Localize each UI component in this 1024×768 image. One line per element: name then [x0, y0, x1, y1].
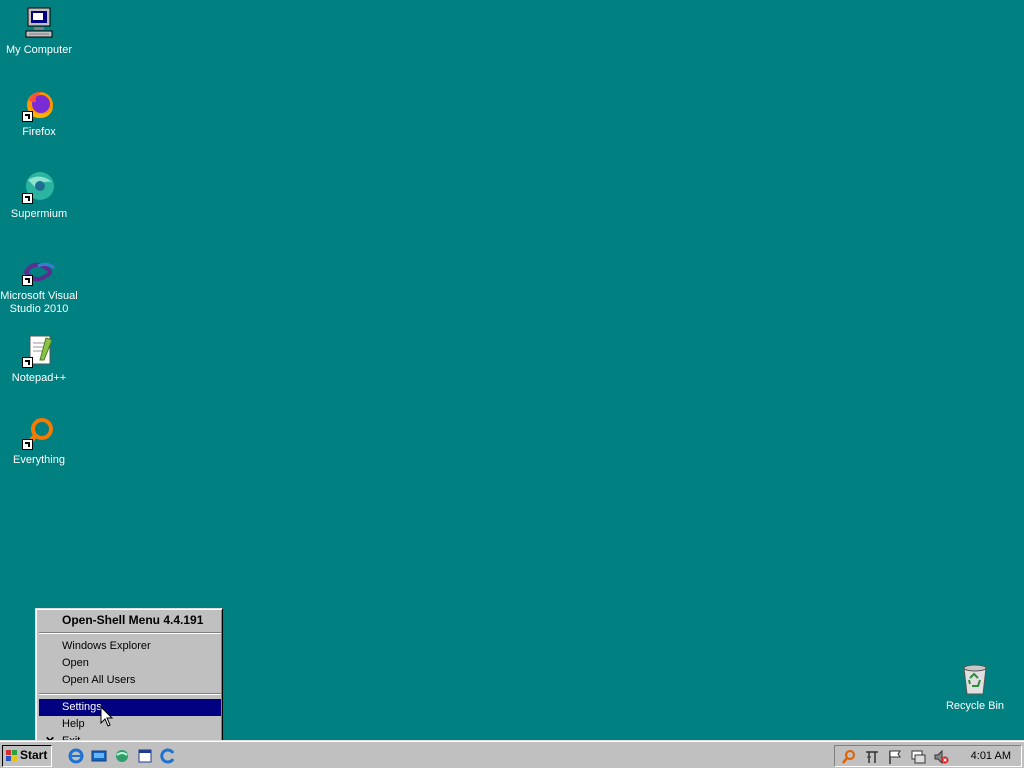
menu-item-open[interactable]: Open — [39, 655, 221, 672]
start-label: Start — [20, 748, 48, 762]
desktop-icon-label: Firefox — [22, 126, 56, 138]
shortcut-arrow-icon — [22, 111, 33, 122]
menu-item-settings[interactable]: Settings — [39, 699, 221, 716]
volume-muted-icon[interactable] — [933, 749, 949, 765]
browser-icon[interactable] — [160, 748, 176, 764]
desktop-icon-label: Recycle Bin — [945, 700, 1005, 712]
my-computer-icon — [22, 6, 56, 40]
desktop-icon-my-computer[interactable]: My Computer — [0, 6, 78, 57]
shortcut-arrow-icon — [22, 439, 33, 450]
desktop-icon-label: Notepad++ — [11, 372, 67, 384]
shortcut-arrow-icon — [22, 357, 33, 368]
everything-search-icon — [22, 416, 56, 450]
desktop-icon-notepad-plus-plus[interactable]: Notepad++ — [0, 334, 78, 385]
desktop-icon-label: Supermium — [10, 208, 68, 220]
menu-separator — [39, 693, 221, 695]
system-tray: 4:01 AM — [834, 745, 1022, 767]
firefox-icon — [22, 88, 56, 122]
notepad-plus-plus-icon — [22, 334, 56, 368]
windows-logo-icon — [6, 750, 17, 761]
desktop-icon-firefox[interactable]: Firefox — [0, 88, 78, 139]
desktop-icon-everything[interactable]: Everything — [0, 416, 78, 467]
start-button[interactable]: Start — [2, 745, 52, 767]
taskbar: Start 4:01 AM — [0, 740, 1024, 768]
shortcut-arrow-icon — [22, 275, 33, 286]
window-icon[interactable] — [137, 748, 153, 764]
desktop-icon-label: My Computer — [5, 44, 73, 56]
shortcut-arrow-icon — [22, 193, 33, 204]
mouse-cursor-icon — [100, 706, 114, 727]
start-button-context-menu: Open-Shell Menu 4.4.191 Windows Explorer… — [35, 608, 223, 753]
supermium-icon — [22, 170, 56, 204]
desktop-icon-visual-studio[interactable]: Microsoft Visual Studio 2010 — [0, 258, 78, 316]
clock[interactable]: 4:01 AM — [971, 750, 1011, 762]
recycle-bin-icon — [958, 662, 992, 696]
desktop-icon-supermium[interactable]: Supermium — [0, 170, 78, 221]
internet-explorer-icon[interactable] — [68, 748, 84, 764]
desktop-icon-recycle-bin[interactable]: Recycle Bin — [936, 662, 1014, 713]
desktop-icon-label: Microsoft Visual Studio 2010 — [0, 290, 78, 315]
show-desktop-icon[interactable] — [91, 748, 107, 764]
menu-title: Open-Shell Menu 4.4.191 — [62, 613, 204, 627]
network-icon[interactable] — [114, 748, 130, 764]
visual-studio-icon — [22, 258, 56, 286]
menu-item-help[interactable]: Help — [39, 716, 221, 733]
search-icon[interactable] — [841, 749, 857, 765]
menu-item-open-all-users[interactable]: Open All Users — [39, 672, 221, 689]
flag-icon[interactable] — [887, 749, 903, 765]
network-connection-icon[interactable] — [910, 749, 926, 765]
menu-item-windows-explorer[interactable]: Windows Explorer — [39, 638, 221, 655]
menu-separator — [39, 632, 221, 634]
network-settings-icon[interactable] — [864, 749, 880, 765]
desktop-icon-label: Everything — [13, 454, 65, 466]
